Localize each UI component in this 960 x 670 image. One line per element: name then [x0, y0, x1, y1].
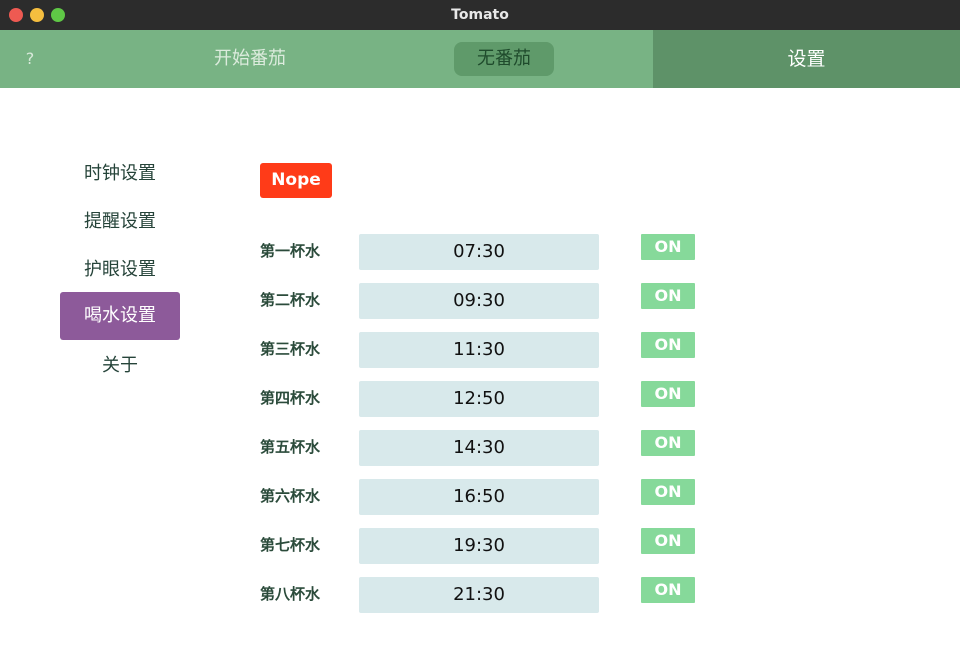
- water-cup-label: 第一杯水: [260, 242, 321, 260]
- water-cup-label: 第七杯水: [260, 536, 321, 554]
- start-tomato-tab[interactable]: 开始番茄: [190, 30, 310, 88]
- water-cup-label: 第六杯水: [260, 487, 321, 505]
- water-cup-label: 第五杯水: [260, 438, 321, 456]
- water-time-input[interactable]: 21:30: [359, 577, 599, 613]
- water-cup-label: 第二杯水: [260, 291, 321, 309]
- water-time-input[interactable]: 16:50: [359, 479, 599, 515]
- water-time-input[interactable]: 11:30: [359, 332, 599, 368]
- sidebar-item-eye-care-settings[interactable]: 护眼设置: [60, 246, 180, 294]
- water-cup-label: 第四杯水: [260, 389, 321, 407]
- sidebar-item-reminder-settings[interactable]: 提醒设置: [60, 198, 180, 246]
- water-time-input[interactable]: 19:30: [359, 528, 599, 564]
- window-title: Tomato: [451, 7, 509, 23]
- water-reminder-toggle[interactable]: ON: [641, 479, 695, 505]
- tomato-status-button[interactable]: 无番茄: [454, 42, 554, 76]
- water-reminder-toggle[interactable]: ON: [641, 381, 695, 407]
- sidebar-item-water-settings[interactable]: 喝水设置: [60, 292, 180, 340]
- nope-button[interactable]: Nope: [260, 163, 332, 198]
- top-navigation: ? 开始番茄 无番茄 设置: [0, 30, 960, 88]
- water-time-input[interactable]: 09:30: [359, 283, 599, 319]
- water-reminder-toggle[interactable]: ON: [641, 332, 695, 358]
- water-reminder-toggle[interactable]: ON: [641, 234, 695, 260]
- water-cup-label: 第三杯水: [260, 340, 321, 358]
- sidebar-item-about[interactable]: 关于: [60, 342, 180, 390]
- app-window: Tomato ? 开始番茄 无番茄 设置 时钟设置 提醒设置 护眼设置 喝水设置…: [0, 0, 960, 670]
- title-bar: Tomato: [0, 0, 960, 30]
- water-cup-label: 第八杯水: [260, 585, 321, 603]
- water-reminder-toggle[interactable]: ON: [641, 283, 695, 309]
- sidebar-item-clock-settings[interactable]: 时钟设置: [60, 150, 180, 198]
- water-time-input[interactable]: 12:50: [359, 381, 599, 417]
- water-reminder-toggle[interactable]: ON: [641, 577, 695, 603]
- water-time-input[interactable]: 14:30: [359, 430, 599, 466]
- water-reminder-toggle[interactable]: ON: [641, 528, 695, 554]
- settings-tab[interactable]: 设置: [653, 30, 960, 88]
- help-icon[interactable]: ?: [22, 30, 38, 88]
- water-time-input[interactable]: 07:30: [359, 234, 599, 270]
- water-reminder-toggle[interactable]: ON: [641, 430, 695, 456]
